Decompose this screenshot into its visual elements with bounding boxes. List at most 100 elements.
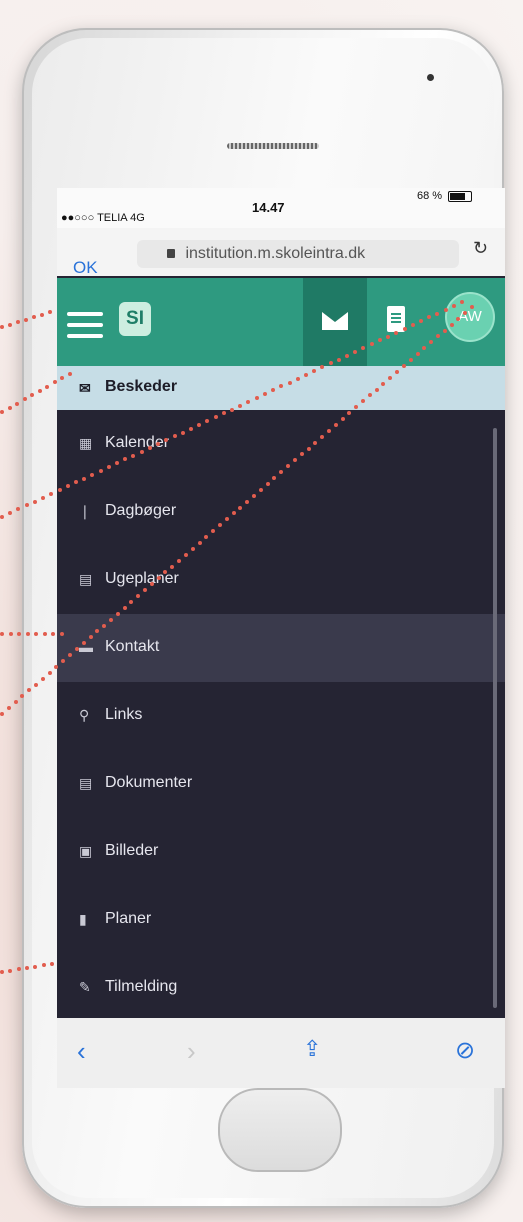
compass-icon[interactable]: ⊘ bbox=[455, 1036, 475, 1065]
callout-dot bbox=[245, 499, 250, 504]
callout-dot bbox=[60, 632, 64, 636]
menu-item-links[interactable]: ⚲ Links bbox=[57, 682, 505, 750]
camera-icon bbox=[427, 74, 434, 81]
callout-dot bbox=[25, 966, 29, 970]
speaker-grille bbox=[227, 143, 319, 149]
callout-dot bbox=[306, 446, 311, 451]
callout-dot bbox=[88, 635, 93, 640]
address-field[interactable]: institution.m.skoleintra.dk bbox=[137, 240, 459, 268]
callout-dot bbox=[188, 426, 193, 431]
calendar-icon: ▦ bbox=[79, 435, 93, 451]
callout-dot bbox=[410, 323, 415, 328]
callout-dot bbox=[435, 311, 440, 316]
callout-dot bbox=[258, 487, 263, 492]
callout-dot bbox=[42, 632, 47, 636]
callout-dot bbox=[48, 310, 52, 314]
callout-dot bbox=[40, 312, 44, 317]
callout-dot bbox=[147, 445, 152, 450]
menu-scrollbar[interactable] bbox=[493, 428, 497, 1008]
callout-dot bbox=[50, 962, 54, 966]
callout-dot bbox=[68, 372, 72, 376]
callout-dot bbox=[190, 546, 195, 551]
app-logo[interactable]: SI bbox=[119, 302, 151, 336]
callout-dot bbox=[82, 476, 87, 481]
menu-item-ugeplaner[interactable]: ▤ Ugeplaner bbox=[57, 546, 505, 614]
menu-item-label: Beskeder bbox=[105, 378, 178, 395]
callout-dot bbox=[40, 676, 45, 681]
callout-dot bbox=[394, 330, 399, 335]
callout-dot bbox=[47, 670, 52, 675]
menu-item-dokumenter[interactable]: ▤ Dokumenter bbox=[57, 750, 505, 818]
callout-dot bbox=[295, 376, 300, 381]
callout-dot bbox=[34, 682, 39, 687]
callout-dot bbox=[16, 320, 20, 324]
callout-dot bbox=[345, 353, 349, 358]
callout-dot bbox=[0, 325, 4, 329]
callout-dot bbox=[238, 403, 243, 408]
callout-dot bbox=[333, 422, 338, 427]
menu-item-billeder[interactable]: ▣ Billeder bbox=[57, 818, 505, 886]
callout-dot bbox=[6, 706, 11, 711]
clipboard-icon: ▮ bbox=[79, 911, 87, 927]
ok-button[interactable]: OK bbox=[73, 258, 98, 278]
forward-icon[interactable]: › bbox=[187, 1036, 196, 1067]
callout-dot bbox=[0, 410, 4, 414]
menu-item-label: Planer bbox=[105, 910, 152, 927]
menu-item-kontakt[interactable]: ▬ Kontakt bbox=[57, 614, 505, 682]
callout-dot bbox=[98, 468, 103, 473]
callout-dot bbox=[32, 315, 36, 319]
back-icon[interactable]: ‹ bbox=[77, 1036, 86, 1067]
callout-dot bbox=[37, 388, 42, 393]
callout-dot bbox=[449, 322, 454, 327]
envelope-icon: ✉ bbox=[79, 380, 91, 396]
callout-dot bbox=[65, 484, 70, 489]
battery-indicator: 68 % bbox=[417, 190, 473, 202]
link-icon: ⚲ bbox=[79, 707, 90, 723]
messages-tab[interactable] bbox=[303, 278, 367, 366]
callout-dot bbox=[0, 515, 4, 519]
url-text: institution.m.skoleintra.dk bbox=[185, 245, 366, 262]
phone-frame: ●●○○○ TELIA 4G 14.47 68 % OK institution… bbox=[22, 28, 505, 1208]
callout-dot bbox=[115, 611, 120, 616]
menu-item-tilmelding[interactable]: ✎ Tilmelding bbox=[57, 954, 505, 1022]
callout-dot bbox=[74, 647, 79, 652]
menu-item-kalender[interactable]: ▦ Kalender bbox=[57, 410, 505, 478]
menu-item-label: Dokumenter bbox=[105, 774, 193, 791]
callout-dot bbox=[122, 605, 127, 610]
callout-dot bbox=[8, 322, 12, 327]
browser-toolbar: ‹ › ⇪ ⊘ bbox=[57, 1018, 505, 1088]
callout-dot bbox=[0, 712, 4, 716]
menu-item-label: Kontakt bbox=[105, 638, 160, 655]
callout-dot bbox=[41, 495, 46, 500]
callout-dot bbox=[262, 392, 267, 397]
callout-dot bbox=[386, 334, 391, 339]
callout-dot bbox=[287, 380, 292, 385]
callout-dot bbox=[8, 632, 13, 636]
callout-dot bbox=[32, 499, 37, 504]
callout-dot bbox=[213, 415, 218, 420]
callout-dot bbox=[7, 405, 12, 410]
side-menu: ✉ Beskeder ▦ Kalender ❘ Dagbøger ▤ Ugepl… bbox=[57, 366, 505, 1022]
callout-dot bbox=[81, 641, 86, 646]
user-avatar[interactable]: AW bbox=[445, 292, 495, 342]
callout-dot bbox=[170, 564, 175, 569]
home-button[interactable] bbox=[218, 1088, 342, 1172]
callout-dot bbox=[13, 700, 18, 705]
callout-dot bbox=[451, 303, 456, 308]
callout-dot bbox=[197, 540, 202, 545]
lock-icon bbox=[167, 249, 175, 259]
share-icon[interactable]: ⇪ bbox=[303, 1036, 321, 1062]
hamburger-menu-icon[interactable] bbox=[67, 312, 103, 340]
callout-dot bbox=[374, 387, 379, 392]
menu-item-label: Billeder bbox=[105, 842, 159, 859]
callout-dot bbox=[442, 328, 447, 333]
reload-icon[interactable]: ↻ bbox=[473, 238, 488, 259]
callout-dot bbox=[172, 434, 177, 439]
document-icon: ▤ bbox=[79, 775, 93, 791]
menu-item-planer[interactable]: ▮ Planer bbox=[57, 886, 505, 954]
menu-item-dagboger[interactable]: ❘ Dagbøger bbox=[57, 478, 505, 546]
callout-dot bbox=[460, 300, 464, 304]
callout-dot bbox=[106, 465, 111, 470]
callout-dot bbox=[102, 623, 107, 628]
callout-dot bbox=[177, 558, 182, 563]
